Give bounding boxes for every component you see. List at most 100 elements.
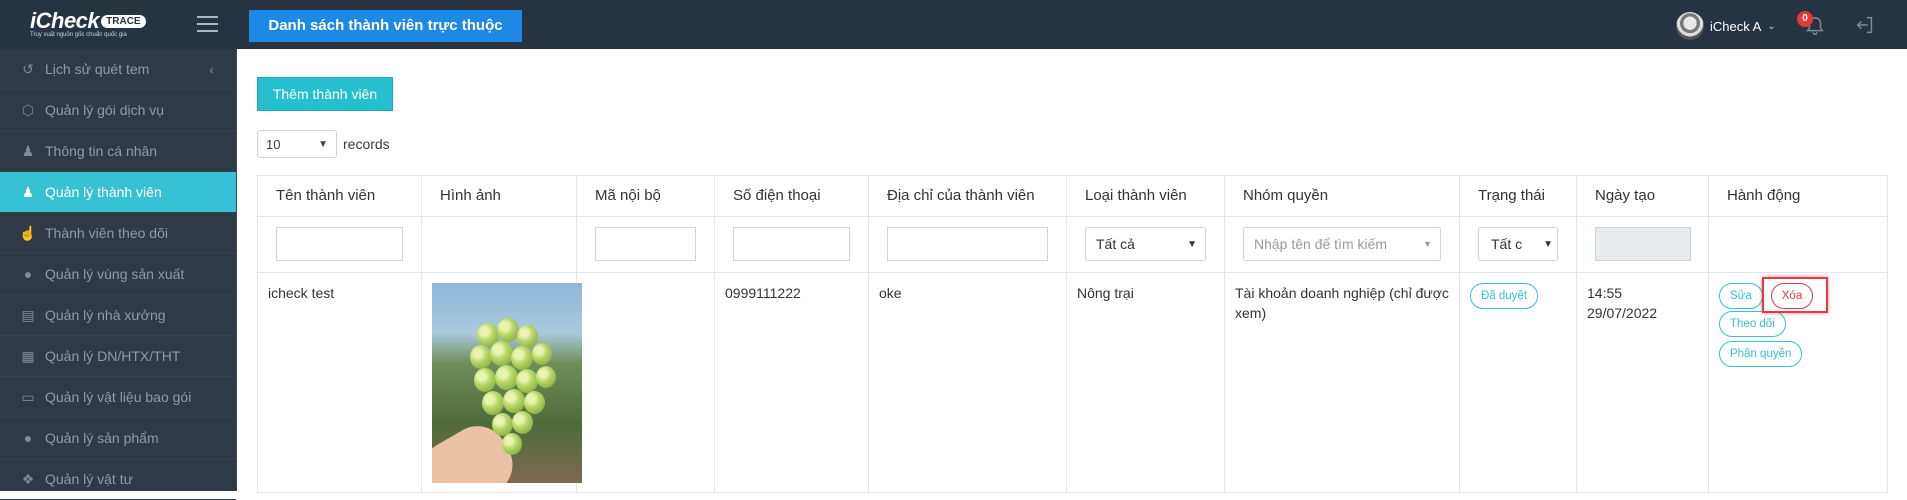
page-title: Danh sách thành viên trực thuộc [249,10,522,42]
filter-cell: Tất c ▼ [1459,216,1577,273]
user-name: iCheck A [1710,18,1762,34]
sidebar-item-label: Thông tin cá nhân [45,143,158,159]
address-filter-input[interactable] [887,227,1048,261]
name-filter-input[interactable] [276,227,403,261]
sidebar-item-label: Quản lý sản phẩm [45,430,159,446]
status-value: Tất c [1491,236,1523,252]
sidebar-item-production-areas[interactable]: ● Quản lý vùng sản xuất [0,254,236,295]
user-menu[interactable]: iCheck A ⌄ [1676,12,1776,40]
created-time: 14:55 [1587,285,1623,301]
member-type-select[interactable]: Tất cả ▼ [1085,227,1206,261]
filter-row: Tất cả ▼ Nhập tên để tìm kiếm ▼ Tất c ▼ [257,216,1888,273]
member-type-value: Tất cả [1096,236,1135,252]
main-content: Thêm thành viên 10 ▼ records Tên thành v… [237,49,1907,493]
filter-cell [868,216,1067,273]
column-header-code[interactable]: Mã nội bộ [576,175,715,217]
book-icon: ▭ [21,388,35,405]
sidebar-item-followers[interactable]: ☝ Thành viên theo dõi [0,213,236,254]
member-actions: Sửa Xóa Theo dõi Phân quyền [1708,272,1888,493]
top-bar: iCheck TRACE Truy xuất nguồn gốc chuẩn qu… [0,0,1907,49]
sidebar-item-packaging[interactable]: ▭ Quản lý vật liệu bao gói [0,377,236,418]
factory-icon: ▤ [21,306,35,323]
column-header-group[interactable]: Nhóm quyền [1224,175,1460,217]
members-table: Tên thành viên Hình ảnh Mã nội bộ Số điệ… [257,175,1888,493]
page-size-control: 10 ▼ records [257,130,390,158]
sidebar-item-label: Quản lý vùng sản xuất [45,266,185,282]
date-filter-input[interactable] [1595,227,1691,261]
sidebar: ↺ Lịch sử quét tem ‹ ⬡ Quản lý gói dịch … [0,49,237,500]
member-created: 14:55 29/07/2022 [1576,272,1709,493]
sidebar-item-label: Thành viên theo dõi [45,225,168,241]
box-icon: ⬡ [21,101,35,118]
user-edit-icon: ♟ [21,142,35,159]
sidebar-item-members[interactable]: ♟ Quản lý thành viên [0,172,236,213]
sidebar-item-factories[interactable]: ▤ Quản lý nhà xưởng [0,295,236,336]
add-member-button[interactable]: Thêm thành viên [257,77,393,111]
follow-button[interactable]: Theo dõi [1719,311,1786,337]
filter-cell [1708,216,1888,273]
column-header-image[interactable]: Hình ảnh [421,175,577,217]
sidebar-item-label: Quản lý gói dịch vụ [45,102,165,118]
sidebar-item-label: Lịch sử quét tem [45,61,150,77]
status-select[interactable]: Tất c ▼ [1478,227,1558,261]
sidebar-item-label: Quản lý thành viên [45,184,162,200]
created-date: 29/07/2022 [1587,305,1658,321]
phone-filter-input[interactable] [733,227,850,261]
filter-cell: Tất cả ▼ [1066,216,1225,273]
column-header-created[interactable]: Ngày tạo [1576,175,1709,217]
menu-toggle-icon[interactable] [197,16,218,32]
filter-cell: Nhập tên để tìm kiếm ▼ [1224,216,1460,273]
sidebar-item-service-packages[interactable]: ⬡ Quản lý gói dịch vụ [0,90,236,131]
sidebar-item-supplies[interactable]: ❖ Quản lý vật tư [0,459,236,500]
records-label: records [343,136,390,152]
logout-icon[interactable] [1854,14,1876,36]
table-row: icheck test 0999111222 oke Nông trại Tài… [257,272,1888,493]
member-group: Tài khoản doanh nghiệp (chỉ được xem) [1224,272,1460,493]
filter-cell [1576,216,1709,273]
column-header-address[interactable]: Địa chỉ của thành viên [868,175,1067,217]
group-search-placeholder: Nhập tên để tìm kiếm [1254,236,1388,252]
sidebar-item-enterprises[interactable]: ▦ Quản lý DN/HTX/THT [0,336,236,377]
history-icon: ↺ [22,60,34,77]
brand-badge: TRACE [101,15,146,28]
sidebar-item-profile[interactable]: ♟ Thông tin cá nhân [0,131,236,172]
member-phone: 0999111222 [714,272,869,493]
sidebar-item-scan-history[interactable]: ↺ Lịch sử quét tem ‹ [0,49,236,90]
member-photo[interactable] [432,283,582,483]
column-header-type[interactable]: Loại thành viên [1066,175,1225,217]
sidebar-item-products[interactable]: ● Quản lý sản phẩm [0,418,236,459]
column-header-name[interactable]: Tên thành viên [257,175,422,217]
users-icon: ♟ [21,183,35,200]
column-header-status[interactable]: Trạng thái [1459,175,1577,217]
thumbs-up-icon: ☝ [19,224,37,241]
column-header-phone[interactable]: Số điện thoại [714,175,869,217]
logo[interactable]: iCheck TRACE Truy xuất nguồn gốc chuẩn qu… [30,8,146,38]
notification-badge: 0 [1797,11,1813,27]
chevron-left-icon: ‹ [209,61,214,77]
member-type: Nông trại [1066,272,1225,493]
chevron-down-icon: ▼ [1187,238,1197,250]
group-search-select[interactable]: Nhập tên để tìm kiếm ▼ [1243,227,1441,261]
column-header-actions: Hành động [1708,175,1888,217]
filter-cell [421,216,577,273]
brand-name: iCheck [30,8,100,33]
page-size-select[interactable]: 10 ▼ [257,130,337,158]
member-image-cell [421,272,582,493]
page-size-value: 10 [266,136,281,152]
chevron-down-icon: ▼ [1543,238,1553,250]
apple-icon: ● [23,430,33,446]
member-address: oke [868,272,1067,493]
edit-button[interactable]: Sửa [1719,283,1763,309]
filter-cell [576,216,715,273]
table-header-row: Tên thành viên Hình ảnh Mã nội bộ Số điệ… [257,175,1888,217]
code-filter-input[interactable] [595,227,696,261]
sidebar-item-label: Quản lý DN/HTX/THT [45,348,181,364]
chevron-down-icon: ▼ [318,138,328,150]
tag-icon: ❖ [21,470,35,487]
caret-down-icon: ▼ [1423,239,1432,249]
sidebar-item-label: Quản lý vật liệu bao gói [45,389,192,405]
delete-highlight-box [1762,277,1828,313]
status-badge: Đã duyệt [1470,283,1539,309]
sidebar-item-label: Quản lý nhà xưởng [45,307,166,323]
permission-button[interactable]: Phân quyền [1719,341,1803,367]
